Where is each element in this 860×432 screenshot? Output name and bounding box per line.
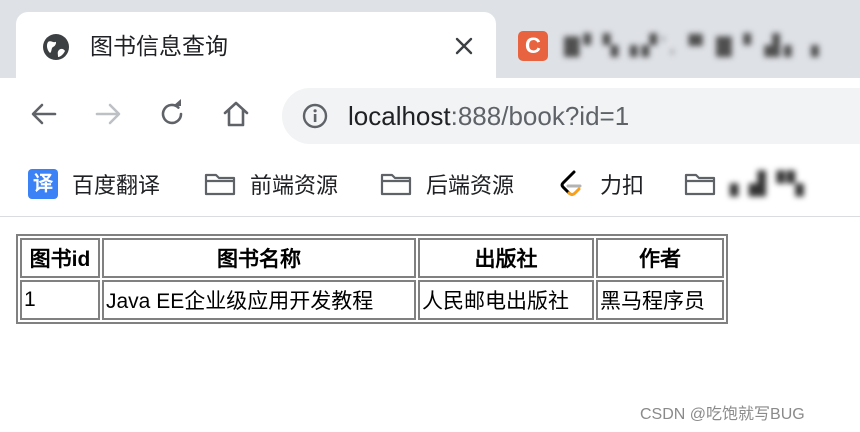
bookmark-label: 百度翻译 bbox=[72, 173, 161, 198]
close-icon[interactable] bbox=[454, 36, 474, 56]
bookmark-label: 后端资源 bbox=[426, 173, 515, 198]
tab-title: 图书信息查询 bbox=[90, 33, 228, 59]
table-cell: 黑马程序员 bbox=[596, 280, 724, 320]
url-path: :888/book?id=1 bbox=[450, 101, 630, 131]
bookmark-blurred-folder[interactable]: ▖▟▝▚ bbox=[684, 168, 806, 200]
reload-icon[interactable] bbox=[156, 98, 188, 130]
folder-icon bbox=[684, 173, 716, 196]
info-icon[interactable] bbox=[302, 103, 328, 129]
folder-icon bbox=[380, 173, 412, 196]
active-tab[interactable]: 图书信息查询 bbox=[16, 12, 496, 78]
bookmark-label: 前端资源 bbox=[250, 173, 339, 198]
tab-strip: 图书信息查询 C ▇▘▚▗▞ʼ, ▀ ▇▝ ▟▖▗ bbox=[0, 0, 860, 78]
bookmark-baidu-translate[interactable]: 译 百度翻译 bbox=[28, 168, 160, 200]
bookmark-frontend-folder[interactable]: 前端资源 bbox=[204, 168, 338, 200]
bookmark-label: ▖▟▝▚ bbox=[730, 171, 806, 196]
column-header: 图书id bbox=[20, 238, 100, 278]
column-header: 图书名称 bbox=[102, 238, 416, 278]
table-row: 1 Java EE企业级应用开发教程 人民邮电出版社 黑马程序员 bbox=[20, 280, 724, 320]
url-text[interactable]: localhost:888/book?id=1 bbox=[348, 99, 629, 133]
table-header-row: 图书id 图书名称 出版社 作者 bbox=[20, 238, 724, 278]
csdn-favicon-icon: C bbox=[518, 31, 548, 61]
translate-icon: 译 bbox=[28, 169, 58, 199]
table-cell: 人民邮电出版社 bbox=[418, 280, 594, 320]
column-header: 出版社 bbox=[418, 238, 594, 278]
table-cell: Java EE企业级应用开发教程 bbox=[102, 280, 416, 320]
inactive-tab-title: ▇▘▚▗▞ʼ, ▀ ▇▝ ▟▖▗ bbox=[564, 35, 823, 57]
watermark: CSDN @吃饱就写BUG bbox=[640, 406, 805, 423]
leetcode-icon bbox=[560, 170, 582, 196]
browser-toolbar: localhost:888/book?id=1 bbox=[0, 78, 860, 156]
bookmarks-bar: 译 百度翻译 前端资源 后端资源 力扣 ▖▟▝▚ bbox=[0, 156, 860, 217]
page-content: 图书id 图书名称 出版社 作者 1 Java EE企业级应用开发教程 人民邮电… bbox=[0, 217, 860, 432]
column-header: 作者 bbox=[596, 238, 724, 278]
folder-icon bbox=[204, 173, 236, 196]
book-table: 图书id 图书名称 出版社 作者 1 Java EE企业级应用开发教程 人民邮电… bbox=[16, 234, 728, 324]
bookmark-leetcode[interactable]: 力扣 bbox=[556, 168, 644, 200]
bookmark-label: 力扣 bbox=[600, 173, 645, 198]
address-bar[interactable]: localhost:888/book?id=1 bbox=[282, 88, 860, 144]
home-icon[interactable] bbox=[220, 98, 252, 130]
bookmark-backend-folder[interactable]: 后端资源 bbox=[380, 168, 514, 200]
url-host: localhost bbox=[348, 101, 451, 131]
table-cell: 1 bbox=[20, 280, 100, 320]
forward-arrow-icon[interactable] bbox=[92, 98, 124, 130]
inactive-tab[interactable]: C ▇▘▚▗▞ʼ, ▀ ▇▝ ▟▖▗ bbox=[504, 12, 860, 68]
globe-icon bbox=[43, 34, 69, 60]
back-arrow-icon[interactable] bbox=[28, 98, 60, 130]
